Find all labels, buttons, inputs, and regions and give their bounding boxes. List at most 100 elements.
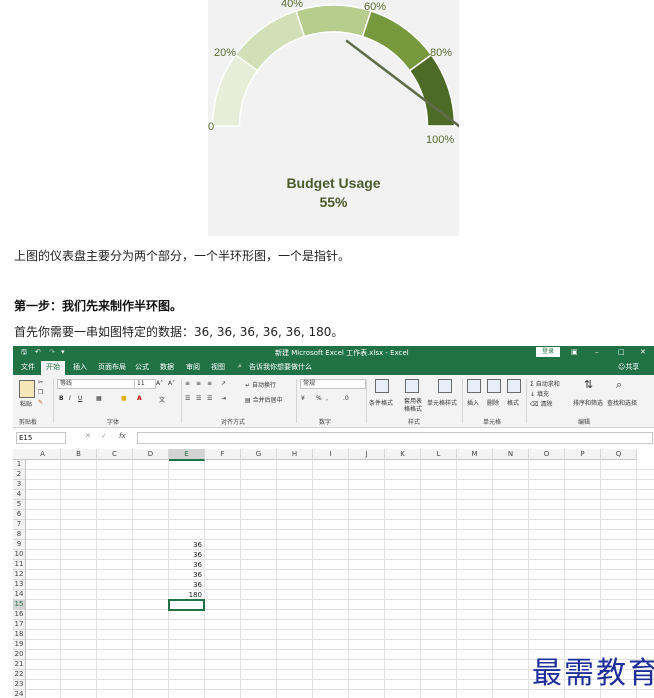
row-header-15[interactable]: 15 [13,600,26,610]
format-cells-icon[interactable] [507,379,521,393]
center-align-icon[interactable]: ☰ [196,395,201,402]
cell-E10[interactable]: 36 [167,550,202,560]
font-size-select[interactable]: 11 [134,379,156,389]
column-header-J[interactable]: J [349,449,385,460]
row-header-24[interactable]: 24 [13,690,26,698]
row-header-4[interactable]: 4 [13,490,26,500]
column-header-E[interactable]: E [169,449,205,461]
cut-icon[interactable]: ✂ [38,379,43,386]
bottom-align-icon[interactable]: ≡ [207,380,212,387]
fill-button[interactable]: ↓ 填充 [530,389,549,398]
login-button[interactable]: 登录 [536,347,560,357]
column-header-N[interactable]: N [493,449,529,460]
row-header-11[interactable]: 11 [13,560,26,570]
row-header-20[interactable]: 20 [13,650,26,660]
conditional-format-icon[interactable] [375,379,389,393]
paste-icon[interactable] [19,380,35,398]
conditional-format-label[interactable]: 条件格式 [369,398,393,407]
row-header-2[interactable]: 2 [13,470,26,480]
grow-font-icon[interactable]: A˄ [156,380,163,387]
font-name-select[interactable]: 等线 [57,379,135,389]
row-header-14[interactable]: 14 [13,590,26,600]
bold-button[interactable]: B [59,395,64,402]
row-header-23[interactable]: 23 [13,680,26,690]
row-header-17[interactable]: 17 [13,620,26,630]
share-button[interactable]: ☺共享 [618,362,639,372]
find-select-label[interactable]: 查找和选择 [607,398,637,407]
formula-input[interactable] [137,432,653,444]
cell-E11[interactable]: 36 [167,560,202,570]
cell-E12[interactable]: 36 [167,570,202,580]
row-header-12[interactable]: 12 [13,570,26,580]
undo-icon[interactable]: ↶ [35,348,41,356]
tab-page-layout[interactable]: 页面布局 [98,362,126,372]
percent-icon[interactable]: % [316,395,322,402]
merge-center-button[interactable]: ▤ 合并后居中 [245,395,283,404]
tab-insert[interactable]: 插入 [73,362,87,372]
row-header-6[interactable]: 6 [13,510,26,520]
autosum-button[interactable]: Σ 自动求和 [530,379,560,388]
border-icon[interactable]: ▦ [96,395,102,402]
column-header-M[interactable]: M [457,449,493,460]
middle-align-icon[interactable]: ≡ [196,380,201,387]
right-align-icon[interactable]: ☰ [207,395,212,402]
row-header-21[interactable]: 21 [13,660,26,670]
column-header-I[interactable]: I [313,449,349,460]
phonetic-icon[interactable]: 文 [159,395,165,404]
row-header-16[interactable]: 16 [13,610,26,620]
cell-styles-icon[interactable] [438,379,452,393]
name-box[interactable]: E15 [16,432,66,444]
insert-cells-icon[interactable] [467,379,481,393]
currency-icon[interactable]: ¥ [301,395,305,402]
top-align-icon[interactable]: ≡ [185,380,190,387]
row-header-9[interactable]: 9 [13,540,26,550]
column-header-G[interactable]: G [241,449,277,460]
column-header-O[interactable]: O [529,449,565,460]
underline-button[interactable]: U [78,395,82,402]
column-header-L[interactable]: L [421,449,457,460]
column-header-A[interactable]: A [25,449,61,460]
ribbon-display-icon[interactable]: ▣ [571,348,578,356]
cell-styles-label[interactable]: 单元格样式 [427,398,457,407]
column-header-C[interactable]: C [97,449,133,460]
font-color-icon[interactable]: A [137,395,142,402]
format-cells-label[interactable]: 格式 [507,398,519,407]
column-header-Q[interactable]: Q [601,449,637,460]
cell-E13[interactable]: 36 [167,580,202,590]
row-header-18[interactable]: 18 [13,630,26,640]
table-format-icon[interactable] [405,379,419,393]
sort-filter-icon[interactable]: ⇅ [584,378,593,391]
row-header-1[interactable]: 1 [13,460,26,470]
column-header-F[interactable]: F [205,449,241,460]
close-icon[interactable]: ✕ [640,348,646,356]
redo-icon[interactable]: ↷ [49,348,55,356]
number-format-select[interactable]: 常规 [300,379,366,389]
cell-E9[interactable]: 36 [167,540,202,550]
tab-formulas[interactable]: 公式 [135,362,149,372]
column-header-P[interactable]: P [565,449,601,460]
tell-me-input[interactable]: 告诉我你想要做什么 [249,362,312,372]
delete-cells-icon[interactable] [487,379,501,393]
insert-function-button[interactable]: fx [119,432,126,440]
customize-toolbar-icon[interactable]: ▾ [61,348,65,356]
cancel-icon[interactable]: ✕ [85,432,91,440]
clear-button[interactable]: ⌫ 清除 [530,399,552,408]
tab-view[interactable]: 视图 [211,362,225,372]
find-select-icon[interactable]: ⌕ [616,378,622,392]
row-header-3[interactable]: 3 [13,480,26,490]
row-header-10[interactable]: 10 [13,550,26,560]
shrink-font-icon[interactable]: A˅ [168,380,175,387]
format-painter-icon[interactable]: ✎ [38,399,43,406]
column-header-H[interactable]: H [277,449,313,460]
orientation-icon[interactable]: ↗ [221,380,226,387]
table-format-label[interactable]: 套用表格格式 [404,398,426,414]
row-header-8[interactable]: 8 [13,530,26,540]
maximize-icon[interactable]: □ [618,348,625,356]
column-header-B[interactable]: B [61,449,97,460]
row-header-7[interactable]: 7 [13,520,26,530]
left-align-icon[interactable]: ☰ [185,395,190,402]
row-header-5[interactable]: 5 [13,500,26,510]
enter-icon[interactable]: ✓ [101,432,107,440]
row-header-13[interactable]: 13 [13,580,26,590]
sort-filter-label[interactable]: 排序和筛选 [573,398,603,407]
